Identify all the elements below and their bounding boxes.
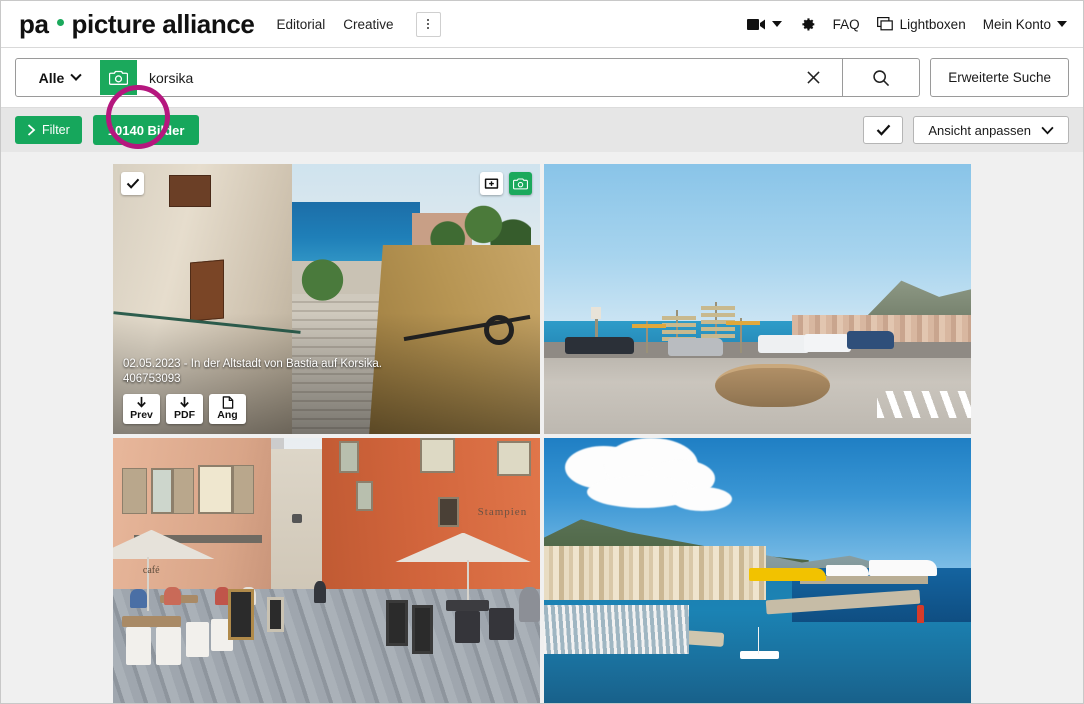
- settings-button[interactable]: [799, 16, 816, 33]
- site-logo[interactable]: pa picture alliance: [19, 9, 254, 40]
- photo-text-shop-sign: Stampien: [478, 506, 528, 518]
- card-download-buttons: Prev PDF: [123, 394, 530, 424]
- pdf-download-button[interactable]: PDF: [166, 394, 203, 424]
- result-card-3[interactable]: café Stampien: [113, 438, 540, 704]
- preview-download-button[interactable]: Prev: [123, 394, 160, 424]
- chevron-down-icon: [1041, 126, 1054, 135]
- search-bar: Alle E: [1, 48, 1083, 107]
- search-input[interactable]: [137, 59, 785, 96]
- checkbox-checked[interactable]: [121, 172, 144, 195]
- caption-image-id: 406753093: [123, 372, 530, 388]
- advanced-search-button[interactable]: Erweiterte Suche: [930, 58, 1069, 97]
- clear-search-button[interactable]: [785, 59, 843, 96]
- nav-creative[interactable]: Creative: [343, 17, 393, 32]
- filter-button[interactable]: Filter: [15, 116, 82, 144]
- results-toolbar: Filter 10140 Bilder Ansicht anpassen: [1, 107, 1083, 152]
- lightboxes-link[interactable]: Lightboxen: [877, 17, 966, 32]
- my-account-label: Mein Konto: [983, 17, 1051, 32]
- submit-search-button[interactable]: [843, 59, 919, 96]
- photo-text-cafe: café: [143, 565, 160, 576]
- view-options-label: Ansicht anpassen: [928, 123, 1031, 138]
- check-icon: [876, 124, 891, 136]
- result-card-1[interactable]: 02.05.2023 - In der Altstadt von Bastia …: [113, 164, 540, 434]
- search-icon: [872, 69, 890, 87]
- video-camera-icon: [747, 18, 766, 31]
- faq-label: FAQ: [833, 17, 860, 32]
- download-icon: [135, 396, 148, 409]
- toolbar-right-group: Ansicht anpassen: [863, 116, 1069, 144]
- more-options-button[interactable]: [416, 12, 441, 37]
- select-all-button[interactable]: [863, 116, 903, 144]
- logo-name-text: picture alliance: [72, 9, 255, 40]
- video-menu-button[interactable]: [747, 18, 782, 31]
- result-image-4[interactable]: [544, 438, 971, 704]
- document-icon: [222, 396, 234, 409]
- search-box: Alle: [15, 58, 920, 97]
- my-account-menu[interactable]: Mein Konto: [983, 17, 1067, 32]
- card-select-checkbox-1[interactable]: [121, 172, 144, 195]
- gear-icon: [799, 16, 816, 33]
- search-scope-label: Alle: [39, 70, 65, 86]
- search-scope-dropdown[interactable]: Alle: [16, 59, 100, 96]
- preview-label: Prev: [130, 409, 153, 421]
- lightboxes-label: Lightboxen: [900, 17, 966, 32]
- pdf-label: PDF: [174, 409, 195, 421]
- filter-label: Filter: [42, 123, 70, 137]
- offer-request-button[interactable]: Ang: [209, 394, 246, 424]
- result-card-2[interactable]: [544, 164, 971, 434]
- image-search-button[interactable]: [100, 60, 137, 95]
- results-area: 02.05.2023 - In der Altstadt von Bastia …: [1, 152, 1083, 704]
- view-options-dropdown[interactable]: Ansicht anpassen: [913, 116, 1069, 144]
- results-grid: 02.05.2023 - In der Altstadt von Bastia …: [113, 164, 971, 704]
- primary-nav: Editorial Creative: [276, 12, 440, 37]
- lightbox-icon: [877, 17, 894, 31]
- header-utility-nav: FAQ Lightboxen Mein Konto: [747, 16, 1067, 33]
- logo-dot-icon: [57, 19, 64, 26]
- card-actions-1: [480, 172, 532, 195]
- result-image-3[interactable]: café Stampien: [113, 438, 540, 704]
- nav-editorial[interactable]: Editorial: [276, 17, 325, 32]
- chevron-right-icon: [27, 124, 36, 136]
- result-image-2[interactable]: [544, 164, 971, 434]
- chevron-down-icon: [1057, 21, 1067, 27]
- browser-page: pa picture alliance Editorial Creative: [0, 0, 1084, 704]
- camera-icon: [109, 70, 128, 86]
- chevron-down-icon: [772, 21, 782, 27]
- chevron-down-icon: [71, 69, 82, 80]
- result-count-button[interactable]: 10140 Bilder: [93, 115, 200, 145]
- card-caption-1: 02.05.2023 - In der Altstadt von Bastia …: [113, 349, 540, 434]
- site-header: pa picture alliance Editorial Creative: [1, 1, 1083, 48]
- similar-image-search-icon[interactable]: [509, 172, 532, 195]
- check-icon: [126, 178, 140, 189]
- faq-link[interactable]: FAQ: [833, 17, 860, 32]
- caption-title: 02.05.2023 - In der Altstadt von Bastia …: [123, 357, 530, 373]
- offer-label: Ang: [217, 409, 237, 421]
- add-to-lightbox-icon[interactable]: [480, 172, 503, 195]
- result-card-4[interactable]: [544, 438, 971, 704]
- kebab-icon: [427, 19, 429, 29]
- close-icon: [807, 71, 820, 84]
- logo-pa-text: pa: [19, 9, 49, 40]
- download-icon: [178, 396, 191, 409]
